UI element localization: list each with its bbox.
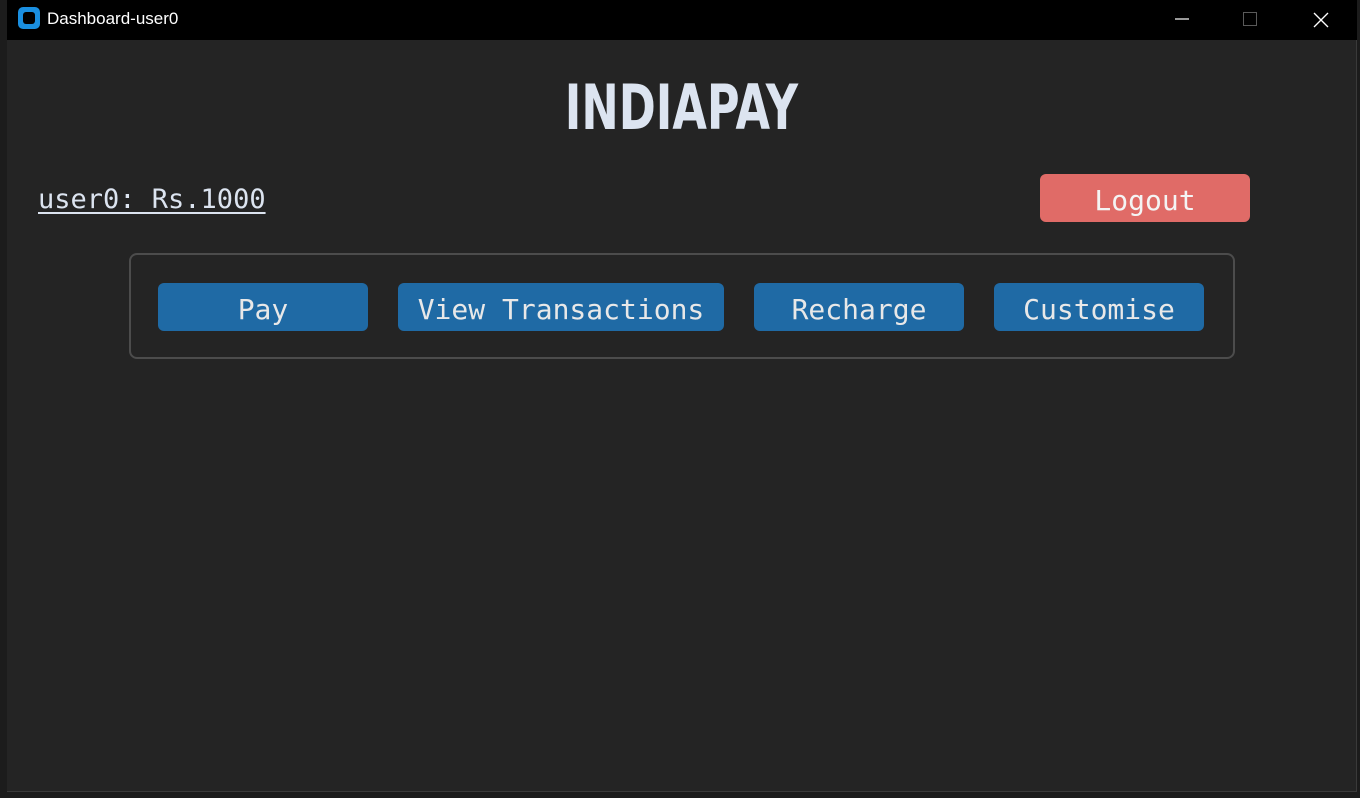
close-icon — [1313, 12, 1329, 28]
pay-button[interactable]: Pay — [158, 283, 368, 331]
view-transactions-button[interactable]: View Transactions — [398, 283, 724, 331]
maximize-icon — [1243, 12, 1257, 26]
app-icon — [18, 7, 40, 29]
user-balance: user0: Rs.1000 — [38, 184, 266, 215]
brand-title: INDIAPAY — [564, 71, 799, 144]
maximize-button[interactable] — [1217, 0, 1283, 38]
dashboard-window: INDIAPAY user0: Rs.1000 Logout Pay View … — [7, 40, 1357, 792]
minimize-icon — [1175, 18, 1189, 20]
minimize-button[interactable] — [1149, 0, 1215, 38]
close-button[interactable] — [1287, 0, 1353, 38]
window-title: Dashboard-user0 — [47, 9, 179, 28]
customise-button[interactable]: Customise — [994, 283, 1204, 331]
recharge-button[interactable]: Recharge — [754, 283, 964, 331]
logout-button[interactable]: Logout — [1040, 174, 1250, 222]
action-menu-panel: Pay View Transactions Recharge Customise — [129, 253, 1235, 359]
window-titlebar[interactable]: Dashboard-user0 — [7, 0, 1357, 40]
